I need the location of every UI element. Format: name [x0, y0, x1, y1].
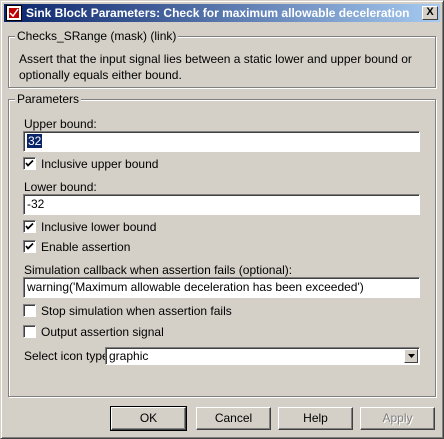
- block-description: Assert that the input signal lies betwee…: [19, 52, 412, 82]
- description-group-legend: Checks_SRange (mask) (link): [15, 29, 179, 43]
- simulink-block-icon: [6, 5, 22, 21]
- upper-bound-field[interactable]: 32: [23, 131, 420, 152]
- callback-label: Simulation callback when assertion fails…: [24, 263, 293, 277]
- lower-bound-value: -32: [27, 197, 45, 211]
- icon-type-select[interactable]: graphic: [105, 347, 420, 365]
- enable-assertion-label: Enable assertion: [41, 240, 131, 254]
- cancel-button[interactable]: Cancel: [196, 407, 271, 430]
- title-bar[interactable]: Sink Block Parameters: Check for maximum…: [4, 4, 440, 22]
- window-title: Sink Block Parameters: Check for maximum…: [26, 6, 410, 20]
- dialog-window: Sink Block Parameters: Check for maximum…: [0, 0, 444, 439]
- close-button[interactable]: X: [422, 6, 438, 20]
- help-label: Help: [303, 411, 328, 425]
- inclusive-lower-bound-checkbox[interactable]: [23, 220, 36, 233]
- upper-bound-value: 32: [27, 134, 43, 148]
- inclusive-lower-bound-label: Inclusive lower bound: [41, 220, 157, 234]
- cancel-label: Cancel: [214, 411, 253, 425]
- dropdown-button[interactable]: [404, 349, 418, 363]
- help-button[interactable]: Help: [278, 407, 353, 430]
- output-assertion-signal-checkbox[interactable]: [23, 325, 36, 338]
- apply-button: Apply: [360, 407, 435, 430]
- icon-type-label: Select icon type:: [24, 349, 113, 363]
- inclusive-upper-bound-checkbox[interactable]: [23, 157, 36, 170]
- chevron-down-icon: [408, 354, 415, 358]
- output-assertion-signal-label: Output assertion signal: [41, 325, 164, 339]
- close-icon: X: [426, 6, 434, 18]
- callback-field[interactable]: warning('Maximum allowable deceleration …: [23, 277, 420, 298]
- ok-label: OK: [139, 411, 158, 425]
- lower-bound-label: Lower bound:: [24, 180, 97, 194]
- icon-type-value: graphic: [109, 349, 149, 363]
- checkmark-icon: [25, 222, 34, 230]
- inclusive-upper-bound-label: Inclusive upper bound: [41, 157, 159, 171]
- checkmark-icon: [25, 159, 34, 167]
- parameters-group-legend: Parameters: [15, 92, 82, 106]
- lower-bound-field[interactable]: -32: [23, 194, 420, 215]
- enable-assertion-checkbox[interactable]: [23, 240, 36, 253]
- apply-label: Apply: [382, 411, 413, 425]
- upper-bound-label: Upper bound:: [24, 117, 97, 131]
- stop-simulation-checkbox[interactable]: [23, 304, 36, 317]
- ok-button[interactable]: OK: [110, 406, 187, 431]
- callback-value: warning('Maximum allowable deceleration …: [27, 280, 364, 294]
- stop-simulation-label: Stop simulation when assertion fails: [41, 304, 232, 318]
- checkmark-icon: [25, 242, 34, 250]
- description-group: Checks_SRange (mask) (link) Assert that …: [8, 29, 436, 88]
